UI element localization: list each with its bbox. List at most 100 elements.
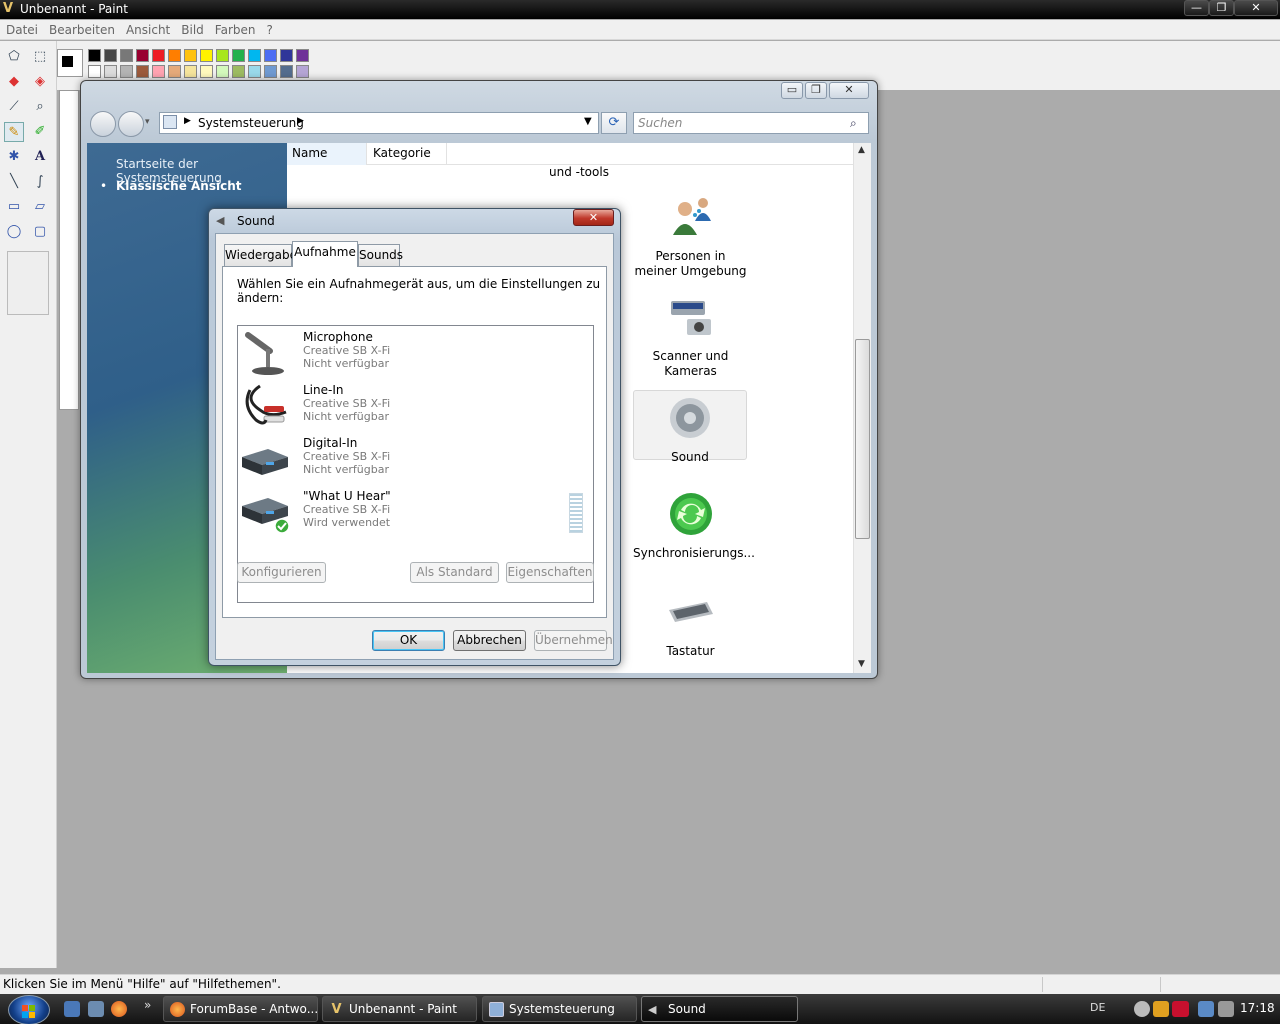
airbrush-icon[interactable]: ✱ (4, 147, 24, 167)
palette-swatch[interactable] (264, 49, 277, 62)
item-sync-center[interactable]: Synchronisierungs... (633, 490, 755, 561)
palette-swatch[interactable] (216, 65, 229, 78)
item-sound[interactable]: Sound (633, 390, 747, 464)
breadcrumb-arrow-icon[interactable]: ▶ (297, 116, 304, 126)
paint-title-bar[interactable]: Ⅴ Unbenannt - Paint — ❐ ✕ (0, 0, 1280, 19)
back-button[interactable] (90, 111, 116, 137)
volume-icon[interactable] (1218, 1001, 1234, 1017)
tab-wiedergabe[interactable]: Wiedergabe (224, 244, 297, 266)
palette-swatch[interactable] (136, 49, 149, 62)
cp-close-button[interactable]: ✕ (829, 82, 869, 99)
start-button[interactable] (8, 995, 50, 1024)
palette-swatch[interactable] (104, 49, 117, 62)
language-indicator[interactable]: DE (1090, 1001, 1105, 1014)
palette-swatch[interactable] (280, 65, 293, 78)
forward-button[interactable] (118, 111, 144, 137)
palette-swatch[interactable] (168, 49, 181, 62)
cp-maximize-button[interactable]: ❐ (805, 82, 827, 99)
palette-swatch[interactable] (200, 65, 213, 78)
magnifier-icon[interactable]: ⌕ (30, 97, 50, 117)
current-colors[interactable] (57, 49, 83, 77)
taskbar-button-sound[interactable]: ◀ Sound (641, 996, 798, 1022)
line-icon[interactable]: ╲ (4, 172, 24, 192)
menu-ansicht[interactable]: Ansicht (120, 20, 175, 38)
scroll-up-icon[interactable]: ▲ (858, 145, 865, 155)
nav-history-chevron-icon[interactable]: ▾ (145, 117, 150, 127)
close-button[interactable]: ✕ (1234, 0, 1278, 16)
address-dropdown-icon[interactable]: ▼ (584, 116, 592, 127)
vertical-scrollbar[interactable]: ▲ ▼ (853, 143, 871, 673)
palette-swatch[interactable] (152, 49, 165, 62)
fill-bucket-icon[interactable]: ◈ (30, 72, 50, 92)
search-input[interactable]: Suchen ⌕ (633, 112, 869, 134)
breadcrumb-arrow-icon[interactable]: ▶ (184, 116, 191, 126)
menu-datei[interactable]: Datei (0, 20, 43, 38)
paint-canvas[interactable] (59, 90, 79, 410)
item-keyboard[interactable]: Tastatur (633, 588, 748, 659)
dialog-close-button[interactable]: ✕ (573, 209, 614, 226)
menu-bearbeiten[interactable]: Bearbeiten (43, 20, 120, 38)
palette-swatch[interactable] (104, 65, 117, 78)
properties-button[interactable]: Eigenschaften (506, 562, 594, 583)
switch-windows-icon[interactable] (88, 1001, 104, 1017)
column-category[interactable]: Kategorie (367, 143, 447, 165)
refresh-icon[interactable]: ⟳ (601, 112, 627, 134)
address-bar[interactable]: ▶ Systemsteuerung ▶ ▼ (159, 112, 599, 134)
firefox-icon[interactable] (111, 1001, 127, 1017)
palette-swatch[interactable] (120, 49, 133, 62)
palette-swatch[interactable] (248, 49, 261, 62)
show-desktop-icon[interactable] (64, 1001, 80, 1017)
palette-swatch[interactable] (264, 65, 277, 78)
palette-swatch[interactable] (136, 65, 149, 78)
search-icon[interactable]: ⌕ (850, 113, 857, 133)
menu-farben[interactable]: Farben (209, 20, 261, 38)
palette-swatch[interactable] (184, 49, 197, 62)
tab-aufnahme[interactable]: Aufnahme (292, 241, 358, 267)
network-icon[interactable] (1198, 1001, 1214, 1017)
taskbar-button-forumbase[interactable]: ForumBase - Antwo... (163, 996, 318, 1022)
item-scanner-cameras[interactable]: Scanner und Kameras (633, 293, 748, 379)
taskbar-button-control-panel[interactable]: Systemsteuerung (482, 996, 637, 1022)
list-item-line-in[interactable]: Line-In Creative SB X-Fi Nicht verfügbar (238, 379, 593, 432)
cp-minimize-button[interactable]: ▭ (781, 82, 803, 99)
quicklaunch-chevron-icon[interactable]: » (144, 998, 151, 1012)
ok-button[interactable]: OK (372, 630, 445, 651)
item-people-near-me[interactable]: Personen in meiner Umgebung (633, 193, 748, 279)
pencil-icon[interactable]: ✎ (4, 122, 24, 142)
scroll-thumb[interactable] (855, 339, 870, 539)
free-select-icon[interactable]: ⬠ (4, 47, 24, 67)
restore-button[interactable]: ❐ (1209, 0, 1234, 16)
palette-swatch[interactable] (280, 49, 293, 62)
rect-select-icon[interactable]: ⬚ (30, 47, 50, 67)
configure-button[interactable]: Konfigurieren (237, 562, 326, 583)
taskbar-button-paint[interactable]: Ⅴ Unbenannt - Paint (322, 996, 477, 1022)
list-item-what-u-hear[interactable]: "What U Hear" Creative SB X-Fi Wird verw… (238, 485, 593, 538)
palette-swatch[interactable] (88, 49, 101, 62)
palette-swatch[interactable] (232, 49, 245, 62)
palette-swatch[interactable] (184, 65, 197, 78)
column-name[interactable]: Name (287, 143, 367, 165)
color-picker-icon[interactable]: ⟋ (4, 97, 24, 117)
polygon-icon[interactable]: ▱ (30, 197, 50, 217)
menu-help[interactable]: ? (261, 20, 278, 38)
palette-swatch[interactable] (296, 65, 309, 78)
tool-options-box[interactable] (7, 251, 49, 315)
menu-bild[interactable]: Bild (175, 20, 209, 38)
palette-swatch[interactable] (232, 65, 245, 78)
brush-icon[interactable]: ✐ (30, 122, 50, 142)
palette-swatch[interactable] (248, 65, 261, 78)
list-item-microphone[interactable]: Microphone Creative SB X-Fi Nicht verfüg… (238, 326, 593, 379)
palette-swatch[interactable] (120, 65, 133, 78)
list-item-digital-in[interactable]: Digital-In Creative SB X-Fi Nicht verfüg… (238, 432, 593, 485)
curve-icon[interactable]: ∫ (30, 172, 50, 192)
palette-swatch[interactable] (200, 49, 213, 62)
palette-swatch[interactable] (296, 49, 309, 62)
minimize-button[interactable]: — (1184, 0, 1209, 16)
text-tool-icon[interactable]: A (30, 147, 50, 167)
eraser-icon[interactable]: ◆ (4, 72, 24, 92)
rounded-rect-icon[interactable]: ▢ (30, 222, 50, 242)
palette-swatch[interactable] (216, 49, 229, 62)
ellipse-icon[interactable]: ◯ (4, 222, 24, 242)
apply-button[interactable]: Übernehmen (534, 630, 613, 651)
set-default-button[interactable]: Als Standard (410, 562, 499, 583)
